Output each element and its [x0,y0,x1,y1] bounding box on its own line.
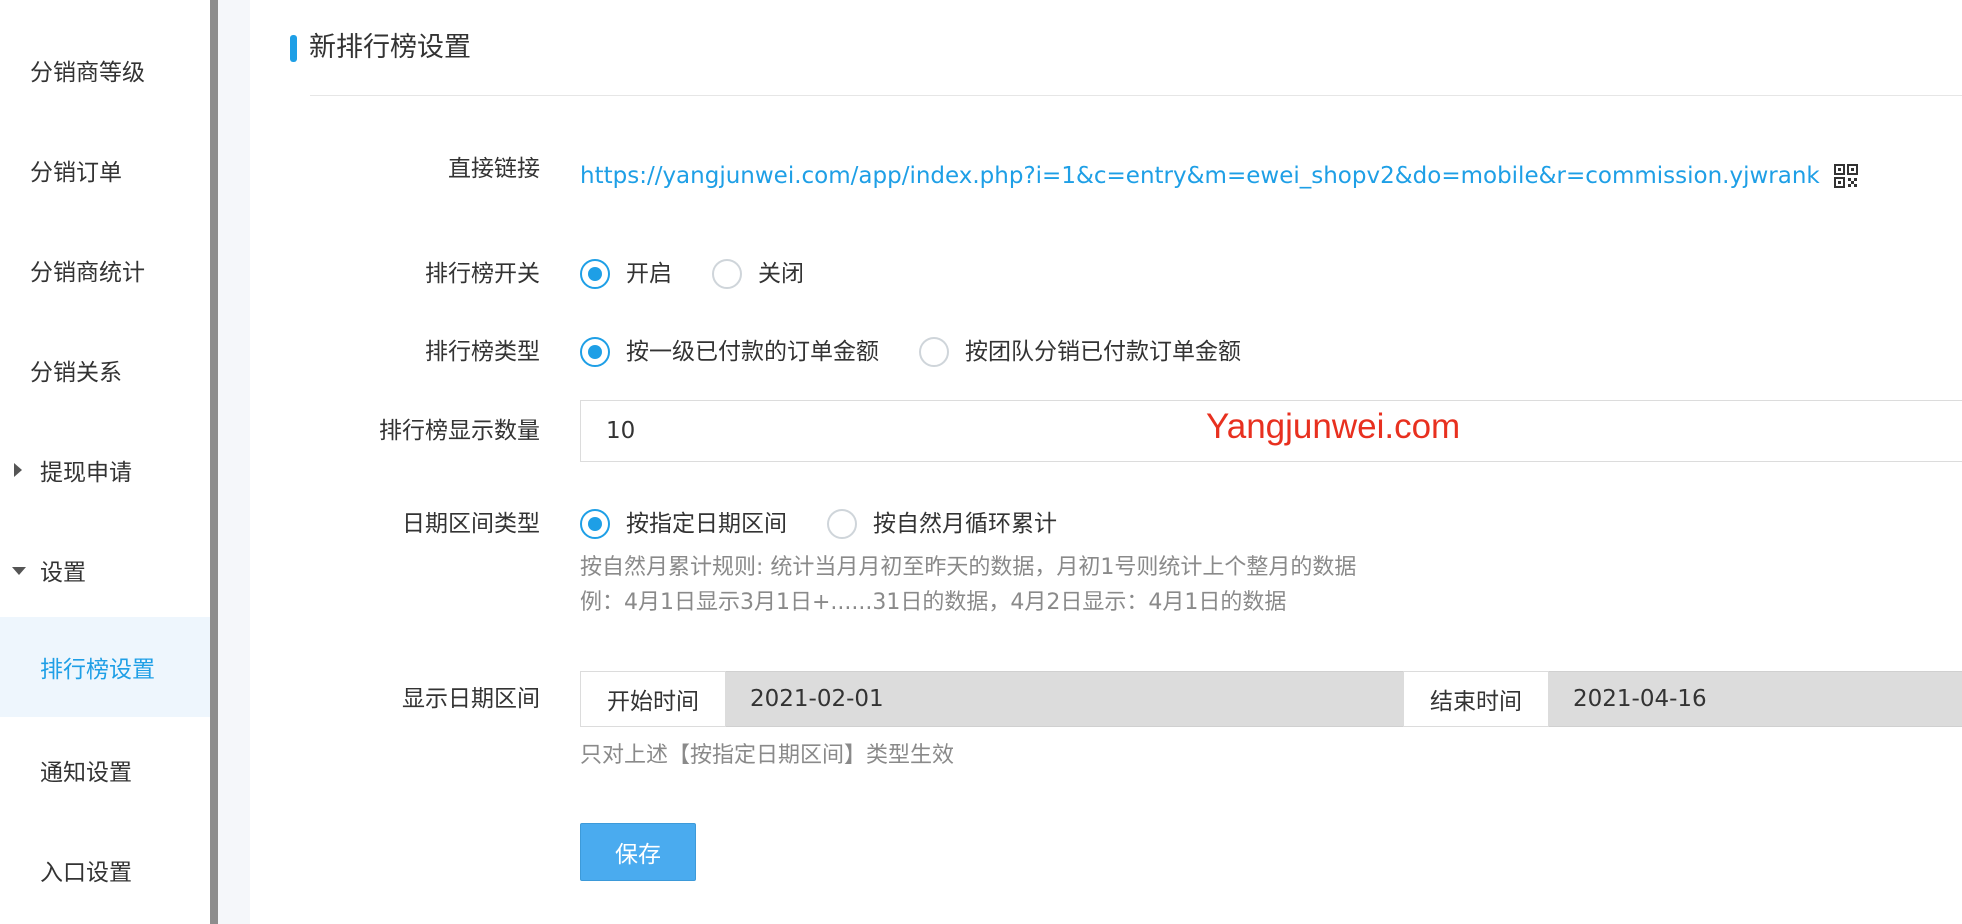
radio-unchecked-icon [827,509,857,539]
sidebar-item-settings[interactable]: 设置 [0,520,210,620]
sidebar-item-label: 排行榜设置 [40,657,155,683]
content-gutter [218,0,250,924]
type-radio-group: 按一级已付款的订单金额 按团队分销已付款订单金额 [580,336,1281,368]
switch-label: 排行榜开关 [425,261,540,287]
date-range-help: 只对上述【按指定日期区间】类型生效 [580,743,955,768]
radio-checked-icon [580,509,610,539]
start-date-input[interactable]: 2021-02-01 [726,671,1403,727]
sidebar-item-label: 提现申请 [40,460,132,486]
sidebar-scrollbar[interactable] [210,0,218,924]
page-title: 新排行榜设置 [309,32,471,63]
radio-switch-off[interactable]: 关闭 [712,258,804,290]
radio-label: 开启 [626,261,672,287]
link-label: 直接链接 [448,156,540,182]
radio-unchecked-icon [712,259,742,289]
save-button[interactable]: 保存 [580,823,696,881]
radio-type-team[interactable]: 按团队分销已付款订单金额 [919,336,1241,368]
sidebar-item-distribution-relations[interactable]: 分销关系 [0,320,210,420]
sidebar-item-ranking-settings[interactable]: 排行榜设置 [0,617,210,717]
sidebar-item-label: 分销订单 [30,160,122,186]
sidebar-item-label: 设置 [40,560,86,586]
start-time-addon: 开始时间 [580,671,726,727]
radio-label: 关闭 [758,261,804,287]
switch-radio-group: 开启 关闭 [580,258,844,290]
sidebar-item-label: 通知设置 [40,760,132,786]
qrcode-icon[interactable] [1834,164,1858,188]
radio-label: 按团队分销已付款订单金额 [965,339,1241,365]
radio-switch-on[interactable]: 开启 [580,258,672,290]
sidebar-item-notification-settings[interactable]: 通知设置 [0,720,210,820]
watermark-text: Yangjunwei.com [1206,407,1461,446]
sidebar-item-entry-settings[interactable]: 入口设置 [0,820,210,920]
caret-right-icon [14,463,22,477]
title-accent-bar [290,35,297,62]
date-type-help-line-2: 例：4月1日显示3月1日+......31日的数据，4月2日显示：4月1日的数据 [580,590,1287,615]
radio-label: 按一级已付款的订单金额 [626,339,879,365]
end-date-input[interactable]: 2021-04-16 [1549,671,1962,727]
radio-label: 按自然月循环累计 [873,511,1057,537]
radio-checked-icon [580,259,610,289]
radio-type-level-one[interactable]: 按一级已付款的订单金额 [580,336,879,368]
date-type-help-line-1: 按自然月累计规则: 统计当月月初至昨天的数据，月初1号则统计上个整月的数据 [580,555,1357,580]
sidebar-item-label: 分销关系 [30,360,122,386]
direct-link[interactable]: https://yangjunwei.com/app/index.php?i=1… [580,160,1820,192]
title-divider [310,95,1962,96]
radio-label: 按指定日期区间 [626,511,787,537]
sidebar-item-label: 分销商统计 [30,260,145,286]
sidebar-item-label: 分销商等级 [30,60,145,86]
radio-checked-icon [580,337,610,367]
content-panel: 新排行榜设置 直接链接 https://yangjunwei.com/app/i… [250,0,1962,924]
type-label: 排行榜类型 [425,339,540,365]
sidebar-item-label: 入口设置 [40,860,132,886]
radio-date-natural-month[interactable]: 按自然月循环累计 [827,508,1057,540]
date-type-radio-group: 按指定日期区间 按自然月循环累计 [580,508,1097,540]
sidebar-item-distributor-stats[interactable]: 分销商统计 [0,220,210,320]
sidebar-item-withdrawals[interactable]: 提现申请 [0,420,210,520]
date-range-group: 开始时间 2021-02-01 结束时间 2021-04-16 [580,671,1962,727]
radio-date-fixed-range[interactable]: 按指定日期区间 [580,508,787,540]
date-type-label: 日期区间类型 [402,511,540,537]
date-range-label: 显示日期区间 [402,686,540,712]
count-label: 排行榜显示数量 [379,418,540,444]
sidebar-item-distribution-orders[interactable]: 分销订单 [0,120,210,220]
end-time-addon: 结束时间 [1403,671,1549,727]
sidebar-item-distributor-level[interactable]: 分销商等级 [0,20,210,120]
radio-unchecked-icon [919,337,949,367]
sidebar: 分销商等级 分销订单 分销商统计 分销关系 提现申请 设置 排行榜设置 通知设置… [0,0,210,924]
caret-down-icon [12,567,26,575]
